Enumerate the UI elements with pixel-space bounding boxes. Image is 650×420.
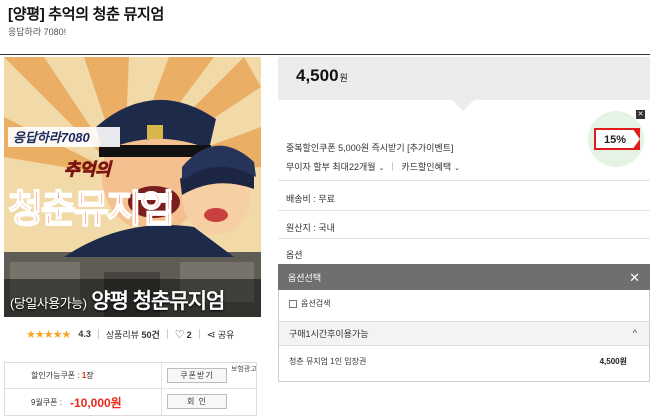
share-button[interactable]: ⋖ 공유 [207,328,235,341]
option-item-price: 4,500원 [599,357,627,366]
heart-icon: ♡ [174,328,185,341]
coupon-row-september: 9월쿠폰 : -10,000원 회 인 [5,389,256,415]
price-currency: 원 [339,73,348,83]
info-divider [278,210,650,211]
option-search-checkbox[interactable] [289,299,297,308]
shipping-info: 배송비 : 무료 [286,194,335,204]
rating-separator [166,329,168,339]
card-discount-label: 카드할인혜택 [401,162,452,172]
coupon-count: 1장 [81,371,94,380]
discount-percent: 15% [604,134,627,146]
poster-small-text: 응답하라7080 [13,130,91,145]
close-badge-icon[interactable]: ✕ [636,110,645,119]
hero-caption-prefix: (당일사용가능) [10,296,87,311]
option-panel: 옵션검색 구매1시간후이용가능 ^ 청춘 뮤지엄 1인 입장권 4,500원 [278,290,650,382]
share-label: 공유 [217,329,235,340]
confirm-coupon-button[interactable]: 회 인 [167,394,227,409]
rating-stars-icon: ★★★★★ [26,328,71,341]
cell-divider [161,389,162,415]
promo-separator [392,162,394,171]
reviews-link[interactable]: 상품리뷰 50건 [106,328,160,341]
reviews-label: 상품리뷰 [105,329,139,340]
origin-info: 원산지 : 국내 [286,223,335,233]
page-subtitle: 응답하라 7080! [8,27,67,37]
option-search[interactable]: 옵션검색 [289,298,330,309]
price-notch [451,99,475,111]
option-group-header[interactable]: 구매1시간후이용가능 ^ [279,321,649,346]
rating-score: 4.3 [78,329,91,339]
option-heading: 옵션 [286,250,303,260]
like-button[interactable]: ♡ 2 [175,328,192,341]
coupon-amount: -10,000원 [69,395,122,410]
option-select-bar[interactable]: 옵션선택 ✕ [278,264,650,290]
get-coupon-button[interactable]: 쿠폰받기 [167,368,227,383]
option-group-label: 구매1시간후이용가능 [289,329,369,339]
promo-coupon-link[interactable]: 중복할인쿠폰 5,000원 즉시받기 [추가이벤트] [286,141,454,154]
hero-caption: (당일사용가능) 양평 청춘뮤지엄 [10,285,225,315]
info-divider [278,238,650,239]
promo-links: 무이자 할부 최대22개월 ⌄ 카드할인혜택 ⌄ [286,160,460,173]
cell-divider [161,363,162,389]
coupon-row-available: 할인가능쿠폰 : 1장 쿠폰받기 [5,363,256,389]
close-icon[interactable]: ✕ [629,270,640,286]
header-divider [0,54,650,55]
share-icon: ⋖ [206,328,216,341]
card-discount-dropdown[interactable]: 카드할인혜택 ⌄ [401,160,460,173]
coupon-row-label: 할인가능쿠폰 : [31,371,80,380]
info-divider [278,180,650,181]
product-image[interactable]: 응답하라7080 추억의 청춘뮤지엄 (당일사용가능) 양평 청춘뮤지엄 [4,57,261,317]
like-count: 2 [186,329,192,340]
reviews-count: 50건 [141,329,160,340]
coupon-table: 할인가능쿠폰 : 1장 쿠폰받기 9월쿠폰 : -10,000원 회 인 [4,362,257,416]
page-title: [양평] 추억의 청춘 뮤지엄 [8,6,164,23]
chevron-down-icon: ⌄ [378,165,385,172]
chevron-down-icon: ⌄ [454,165,460,172]
installment-label: 무이자 할부 최대22개월 [286,162,376,172]
poster-sub-text: 추억의 [64,160,113,179]
option-select-label: 옵션선택 [288,272,322,283]
chevron-up-icon[interactable]: ^ [633,328,637,338]
museum-poster-illustration: 응답하라7080 추억의 청춘뮤지엄 [4,57,261,317]
rating-separator [97,329,99,339]
option-search-label: 옵션검색 [301,299,331,308]
price: 4,500원 [296,66,348,86]
rating-row: ★★★★★ 4.3 상품리뷰 50건 ♡ 2 ⋖ 공유 [4,322,261,346]
rating-separator [198,329,200,339]
installment-dropdown[interactable]: 무이자 할부 최대22개월 ⌄ [286,160,384,173]
hero-caption-main: 양평 청춘뮤지엄 [91,290,225,313]
poster-main-text: 청춘뮤지엄 [8,189,173,231]
coupon-row-label: 9월쿠폰 : [31,397,62,407]
price-value: 4,500 [296,66,339,85]
option-item-name[interactable]: 청춘 뮤지엄 1인 입장권 [289,356,366,367]
